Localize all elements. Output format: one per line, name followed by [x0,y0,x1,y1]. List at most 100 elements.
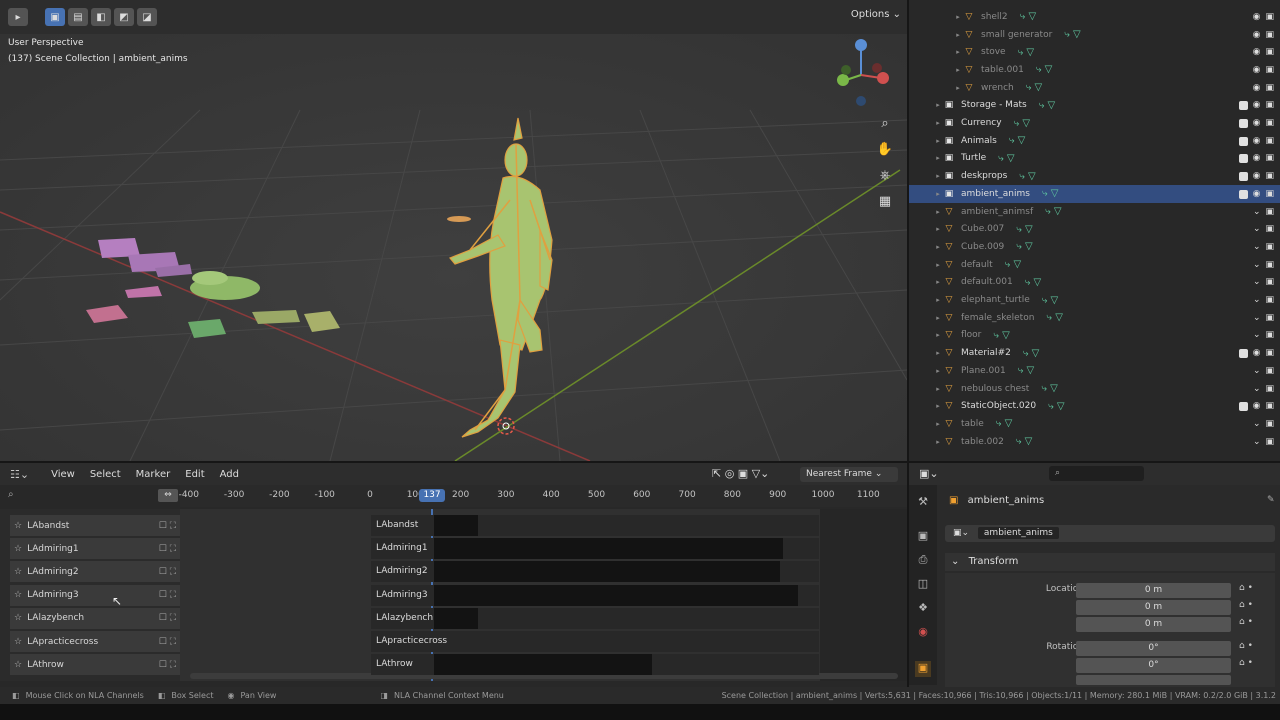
render-camera-icon[interactable]: ▣ [1265,242,1274,252]
expand-arrow-icon[interactable]: ▸ [933,243,943,251]
render-tab-icon[interactable]: ▣ [915,529,931,545]
expand-arrow-icon[interactable]: ▸ [933,349,943,357]
visibility-controls[interactable]: ◉ ▣ [1253,83,1274,93]
expand-arrow-icon[interactable]: ▸ [933,154,943,162]
nla-action-strip[interactable] [434,538,784,560]
include-checkbox[interactable] [1238,119,1248,129]
visibility-controls[interactable]: ◉ ▣ [1238,153,1274,164]
channel-toggle-icons[interactable]: ☐ ⛶ [159,521,176,531]
outliner-row[interactable]: ▸ ▽ Plane.001 ⤷ ▽ ⌄ ▣ [909,362,1280,380]
expand-arrow-icon[interactable]: ▸ [933,225,943,233]
channel-toggle-icons[interactable]: ☐ ⛶ [159,544,176,554]
editor-type-icon[interactable]: ▣⌄ [919,467,939,480]
pan-hand-icon[interactable]: ✋ [874,138,896,160]
outliner-row[interactable]: ▸ ▽ table.001 ⤷ ▽ ◉ ▣ [909,61,1280,79]
outliner-row[interactable]: ▸ ▽ default.001 ⤷ ▽ ⌄ ▣ [909,274,1280,292]
render-camera-icon[interactable]: ▣ [1265,118,1274,128]
channel-toggle-icons[interactable]: ☐ ⛶ [159,660,176,670]
render-camera-icon[interactable]: ▣ [1265,401,1274,411]
outliner-row[interactable]: ▸ ▽ small generator ⤷ ▽ ◉ ▣ [909,26,1280,44]
visibility-controls[interactable]: ◉ ▣ [1253,65,1274,75]
expand-arrow-icon[interactable]: ▸ [933,278,943,286]
visibility-controls[interactable]: ◉ ▣ [1238,348,1274,359]
outliner-row[interactable]: ▸ ▽ StaticObject.020 ⤷ ▽ ◉ ▣ [909,397,1280,415]
object-tab-icon[interactable]: ▣ [915,661,931,677]
expand-arrow-icon[interactable]: ▸ [933,385,943,393]
nla-action-strip[interactable] [434,654,653,676]
output-tab-icon[interactable]: ⎙ [915,553,931,569]
expand-arrow-icon[interactable]: ▸ [933,314,943,322]
solo-star-icon[interactable]: ☆ [14,521,22,531]
select-mode-extend-icon[interactable]: ▤ [68,8,88,26]
visibility-controls[interactable]: ◉ ▣ [1238,136,1274,146]
expand-arrow-icon[interactable]: ▸ [953,31,963,39]
pin-icon[interactable]: ✎ [1267,495,1275,505]
chevron-down-icon[interactable]: ⌄ [1253,437,1261,447]
chevron-down-icon[interactable]: ⌄ [1253,295,1261,305]
include-checkbox[interactable] [1238,154,1248,164]
chevron-down-icon[interactable]: ⌄ [1253,207,1261,217]
include-checkbox[interactable] [1238,101,1248,111]
view-layer-tab-icon[interactable]: ◫ [915,577,931,593]
visibility-controls[interactable]: ⌄ ▣ [1253,384,1274,394]
lock-icon[interactable]: ⌂ • [1239,617,1253,627]
time-ruler[interactable]: -400 -300 -200 -100 0 100 200 300 400 500 600 700 80… [179,485,907,507]
visibility-controls[interactable]: ◉ ▣ [1253,30,1274,40]
expand-arrow-icon[interactable]: ▸ [933,438,943,446]
lock-icon[interactable]: ⌂ • [1239,658,1253,668]
expand-arrow-icon[interactable]: ▸ [953,13,963,21]
render-camera-icon[interactable]: ▣ [1265,384,1274,394]
play-icon[interactable]: ▸ [8,8,28,26]
expand-arrow-icon[interactable]: ▸ [953,48,963,56]
properties-editor[interactable]: ▣⌄ ⌕ ⚒ ▣ ⎙ ◫ ❖ ◉ ▣ ▣ ambient_anims ✎ ▣⌄ … [907,463,1280,687]
eye-icon[interactable]: ◉ [1253,12,1261,22]
visibility-controls[interactable]: ⌄ ▣ [1253,260,1274,270]
outliner-row[interactable]: ▸ ▽ shell2 ⤷ ▽ ◉ ▣ [909,8,1280,26]
expand-arrow-icon[interactable]: ▸ [933,261,943,269]
nla-strip-area[interactable]: LAbandst LAdmiring1 LAdmiring2 LAdmiring3 LA… [180,509,907,681]
render-camera-icon[interactable]: ▣ [1265,189,1274,199]
visibility-controls[interactable]: ◉ ▣ [1253,12,1274,22]
visibility-controls[interactable]: ◉ ▣ [1253,47,1274,57]
visibility-controls[interactable]: ⌄ ▣ [1253,419,1274,429]
render-camera-icon[interactable]: ▣ [1265,65,1274,75]
tool-tab-icon[interactable]: ⚒ [915,495,931,511]
lock-icon[interactable]: ⌂ • [1239,583,1253,593]
menu-marker[interactable]: Marker [136,469,171,480]
include-checkbox[interactable] [1238,136,1248,146]
expand-arrow-icon[interactable]: ▸ [933,172,943,180]
select-mode-invert-icon[interactable]: ◩ [114,8,134,26]
include-checkbox[interactable] [1238,189,1248,199]
nla-action-strip[interactable] [434,515,478,536]
current-frame-badge[interactable]: 137 [419,489,446,502]
outliner-row[interactable]: ▸ ▣ Animals ⤷ ▽ ◉ ▣ [909,132,1280,150]
eye-icon[interactable]: ◉ [1253,189,1261,199]
eye-icon[interactable]: ◉ [1253,171,1261,181]
chevron-down-icon[interactable]: ⌄ [1253,330,1261,340]
channel-toggle-icons[interactable]: ☐ ⛶ [159,613,176,623]
render-camera-icon[interactable]: ▣ [1265,348,1274,358]
outliner-row[interactable]: ▸ ▣ Turtle ⤷ ▽ ◉ ▣ [909,150,1280,168]
solo-star-icon[interactable]: ☆ [14,637,22,647]
channel-toggle-icons[interactable]: ☐ ⛶ [159,637,176,647]
render-camera-icon[interactable]: ▣ [1265,171,1274,181]
outliner-row[interactable]: ▸ ▽ female_skeleton ⤷ ▽ ⌄ ▣ [909,309,1280,327]
render-camera-icon[interactable]: ▣ [1265,277,1274,287]
expand-arrow-icon[interactable]: ▸ [933,190,943,198]
expand-arrow-icon[interactable]: ▸ [953,84,963,92]
expand-arrow-icon[interactable]: ▸ [933,402,943,410]
visibility-controls[interactable]: ⌄ ▣ [1253,207,1274,217]
menu-view[interactable]: View [51,469,75,480]
visibility-controls[interactable]: ◉ ▣ [1238,171,1274,182]
solo-star-icon[interactable]: ☆ [14,613,22,623]
world-tab-icon[interactable]: ◉ [915,625,931,641]
snap-mode-select[interactable]: Nearest Frame ⌄ [800,467,898,482]
solo-star-icon[interactable]: ☆ [14,544,22,554]
select-mode-subtract-icon[interactable]: ◧ [91,8,111,26]
eye-icon[interactable]: ◉ [1253,30,1261,40]
render-camera-icon[interactable]: ▣ [1265,100,1274,110]
render-camera-icon[interactable]: ▣ [1265,224,1274,234]
eye-icon[interactable]: ◉ [1253,136,1261,146]
chevron-down-icon[interactable]: ⌄ [1253,224,1261,234]
visibility-controls[interactable]: ⌄ ▣ [1253,295,1274,305]
